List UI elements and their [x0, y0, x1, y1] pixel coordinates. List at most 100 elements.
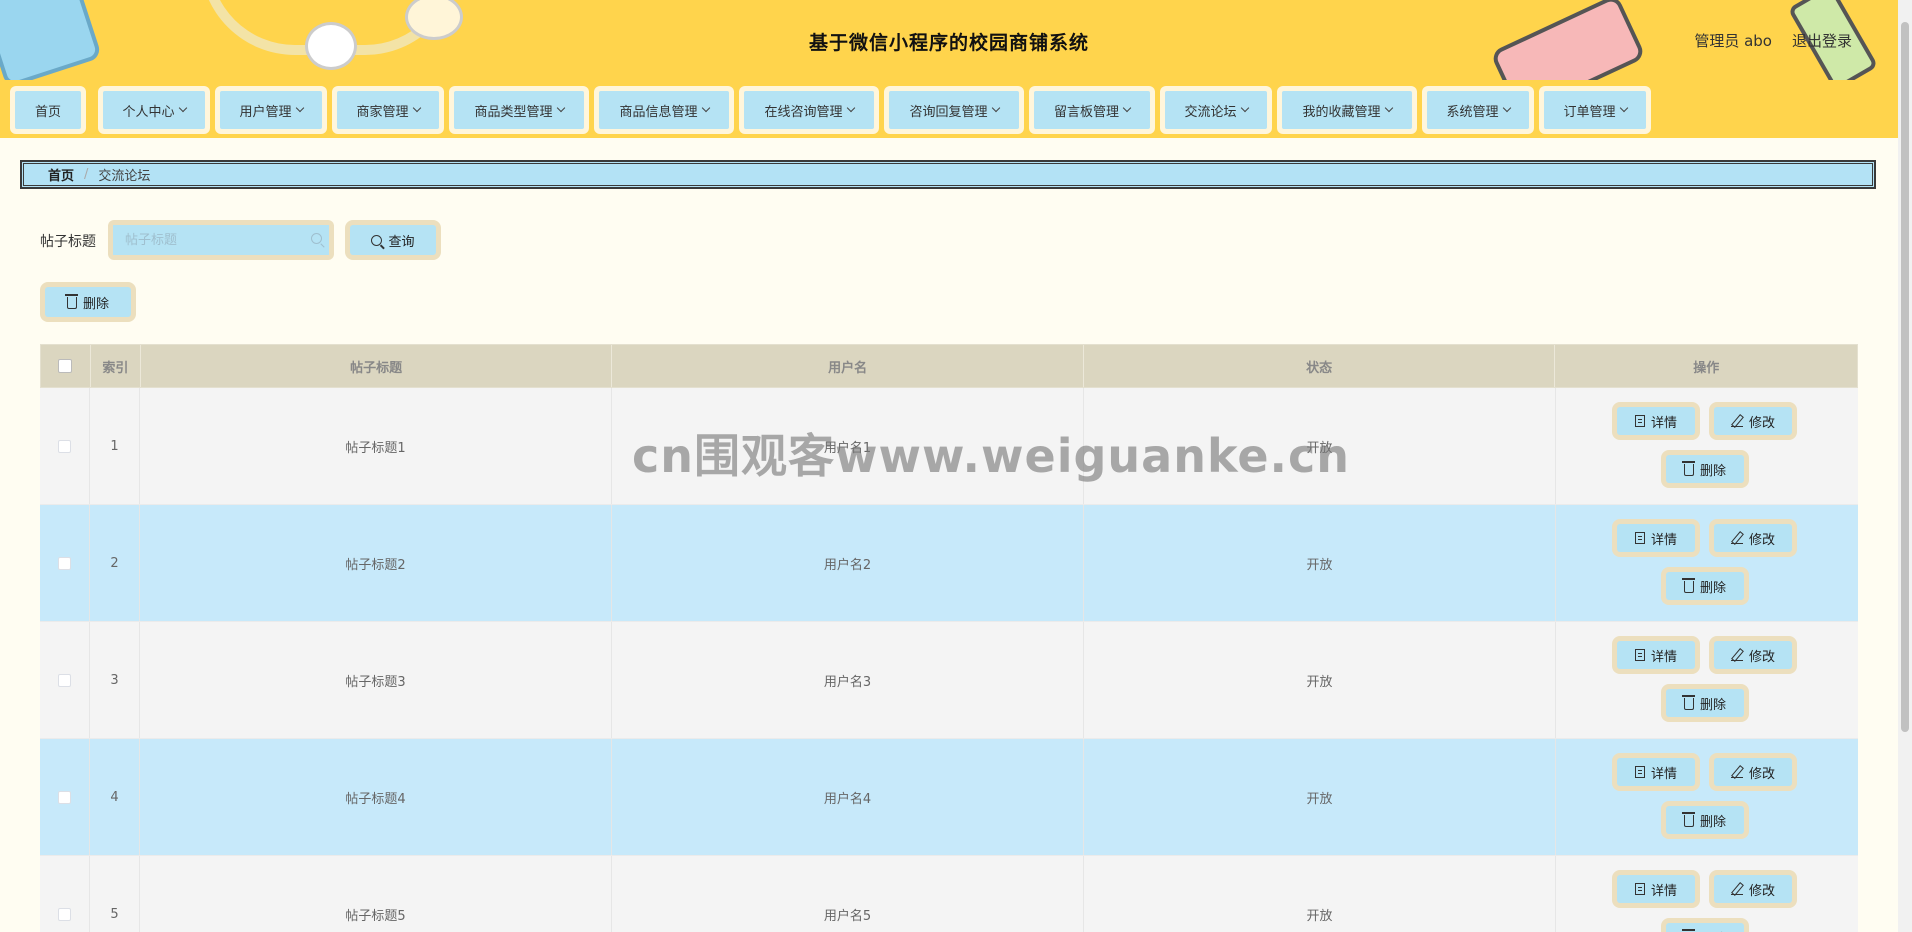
- table-row: 2 帖子标题2 用户名2 开放 详情 修改 删除: [40, 505, 1858, 622]
- search-button[interactable]: 查询: [350, 225, 436, 255]
- main-nav: 首页 个人中心 用户管理 商家管理 商品类型管理 商品信息管理 在线咨询管理 咨…: [0, 80, 1898, 138]
- document-icon: [1634, 766, 1645, 778]
- chevron-down-icon: [178, 103, 187, 113]
- table-row: 5 帖子标题5 用户名5 开放 详情 修改 删除: [40, 856, 1858, 932]
- select-all-checkbox[interactable]: [58, 359, 73, 373]
- trash-icon: [1681, 461, 1695, 476]
- logout-link[interactable]: 退出登录: [1792, 30, 1852, 51]
- cell-status: 开放: [1084, 622, 1556, 738]
- cell-status: 开放: [1084, 856, 1556, 932]
- app-title: 基于微信小程序的校园商铺系统: [808, 32, 1089, 54]
- nav-item-product-types[interactable]: 商品类型管理: [449, 86, 589, 134]
- cell-username: 用户名5: [612, 856, 1084, 932]
- cell-actions: 详情 修改 删除: [1556, 388, 1858, 504]
- trash-icon: [1681, 578, 1695, 593]
- edit-button[interactable]: 修改: [1714, 407, 1792, 435]
- detail-button[interactable]: 详情: [1617, 758, 1695, 786]
- nav-item-orders[interactable]: 订单管理: [1539, 86, 1651, 134]
- edit-icon: [1730, 766, 1743, 778]
- watermark: cn围观客www.weiguanke.cn: [632, 429, 1351, 483]
- trash-icon: [64, 294, 78, 309]
- chevron-down-icon: [1502, 103, 1511, 113]
- document-icon: [1634, 415, 1645, 427]
- delete-button[interactable]: 删除: [1666, 572, 1744, 600]
- row-checkbox[interactable]: [58, 439, 71, 453]
- cell-title: 帖子标题2: [140, 505, 612, 621]
- cell-actions: 详情 修改 删除: [1556, 622, 1858, 738]
- row-checkbox[interactable]: [58, 907, 71, 921]
- search-label: 帖子标题: [40, 234, 96, 250]
- chevron-down-icon: [412, 103, 421, 113]
- search-input[interactable]: [113, 225, 329, 255]
- detail-button[interactable]: 详情: [1617, 407, 1695, 435]
- detail-button[interactable]: 详情: [1617, 524, 1695, 552]
- edit-button[interactable]: 修改: [1714, 758, 1792, 786]
- breadcrumb-separator: /: [84, 167, 89, 182]
- nav-item-consult-reply[interactable]: 咨询回复管理: [884, 86, 1024, 134]
- batch-delete-button[interactable]: 删除: [45, 287, 131, 317]
- nav-item-message-board[interactable]: 留言板管理: [1029, 86, 1155, 134]
- nav-item-profile[interactable]: 个人中心: [98, 86, 210, 134]
- column-header-status: 状态: [1084, 345, 1556, 387]
- search-icon: [311, 233, 322, 244]
- search-field: [108, 220, 334, 260]
- table-row: 3 帖子标题3 用户名3 开放 详情 修改 删除: [40, 622, 1858, 739]
- delete-button[interactable]: 删除: [1666, 455, 1744, 483]
- nav-item-favorites[interactable]: 我的收藏管理: [1277, 86, 1417, 134]
- detail-button[interactable]: 详情: [1617, 641, 1695, 669]
- edit-button[interactable]: 修改: [1714, 524, 1792, 552]
- edit-icon: [1730, 649, 1743, 661]
- cell-index: 2: [90, 505, 140, 621]
- breadcrumb: 首页 / 交流论坛: [20, 160, 1876, 189]
- nav-item-forum[interactable]: 交流论坛: [1160, 86, 1272, 134]
- cell-username: 用户名2: [612, 505, 1084, 621]
- document-icon: [1634, 883, 1645, 895]
- search-icon: [371, 234, 383, 246]
- cell-index: 3: [90, 622, 140, 738]
- nav-item-merchants[interactable]: 商家管理: [332, 86, 444, 134]
- column-header-username: 用户名: [612, 345, 1084, 387]
- cell-actions: 详情 修改 删除: [1556, 505, 1858, 621]
- detail-button[interactable]: 详情: [1617, 875, 1695, 903]
- nav-item-system[interactable]: 系统管理: [1422, 86, 1534, 134]
- chevron-down-icon: [1384, 103, 1393, 113]
- nav-item-home[interactable]: 首页: [10, 86, 86, 134]
- header: 基于微信小程序的校园商铺系统 管理员 abo 退出登录: [0, 0, 1898, 80]
- chevron-down-icon: [1240, 103, 1249, 113]
- delete-button[interactable]: 删除: [1666, 689, 1744, 717]
- current-user: 管理员 abo: [1694, 32, 1772, 50]
- chevron-down-icon: [991, 103, 1000, 113]
- column-header-title: 帖子标题: [141, 345, 613, 387]
- row-checkbox[interactable]: [58, 790, 71, 804]
- document-icon: [1634, 532, 1645, 544]
- chevron-down-icon: [295, 103, 304, 113]
- chevron-down-icon: [846, 103, 855, 113]
- nav-item-users[interactable]: 用户管理: [215, 86, 327, 134]
- breadcrumb-current: 交流论坛: [98, 169, 151, 184]
- edit-button[interactable]: 修改: [1714, 641, 1792, 669]
- cell-username: 用户名4: [612, 739, 1084, 855]
- cell-actions: 详情 修改 删除: [1556, 739, 1858, 855]
- chevron-down-icon: [1122, 103, 1132, 113]
- delete-button[interactable]: 删除: [1666, 806, 1744, 834]
- trash-icon: [1681, 695, 1695, 710]
- cell-status: 开放: [1084, 739, 1556, 855]
- trash-icon: [1681, 812, 1695, 827]
- cell-title: 帖子标题3: [140, 622, 612, 738]
- edit-icon: [1730, 415, 1743, 427]
- table-row: 4 帖子标题4 用户名4 开放 详情 修改 删除: [40, 739, 1858, 856]
- edit-button[interactable]: 修改: [1714, 875, 1792, 903]
- breadcrumb-home[interactable]: 首页: [48, 165, 74, 184]
- search-button-frame: 查询: [345, 220, 441, 260]
- nav-item-consult[interactable]: 在线咨询管理: [739, 86, 879, 134]
- chevron-down-icon: [556, 103, 565, 113]
- cell-index: 4: [90, 739, 140, 855]
- nav-item-products[interactable]: 商品信息管理: [594, 86, 734, 134]
- delete-button[interactable]: 删除: [1666, 923, 1744, 932]
- cell-status: 开放: [1084, 505, 1556, 621]
- scrollbar-thumb[interactable]: [1901, 22, 1909, 732]
- vertical-scrollbar[interactable]: [1898, 0, 1912, 932]
- row-checkbox[interactable]: [58, 556, 71, 570]
- table-header: 索引 帖子标题 用户名 状态 操作: [40, 344, 1858, 388]
- row-checkbox[interactable]: [58, 673, 71, 687]
